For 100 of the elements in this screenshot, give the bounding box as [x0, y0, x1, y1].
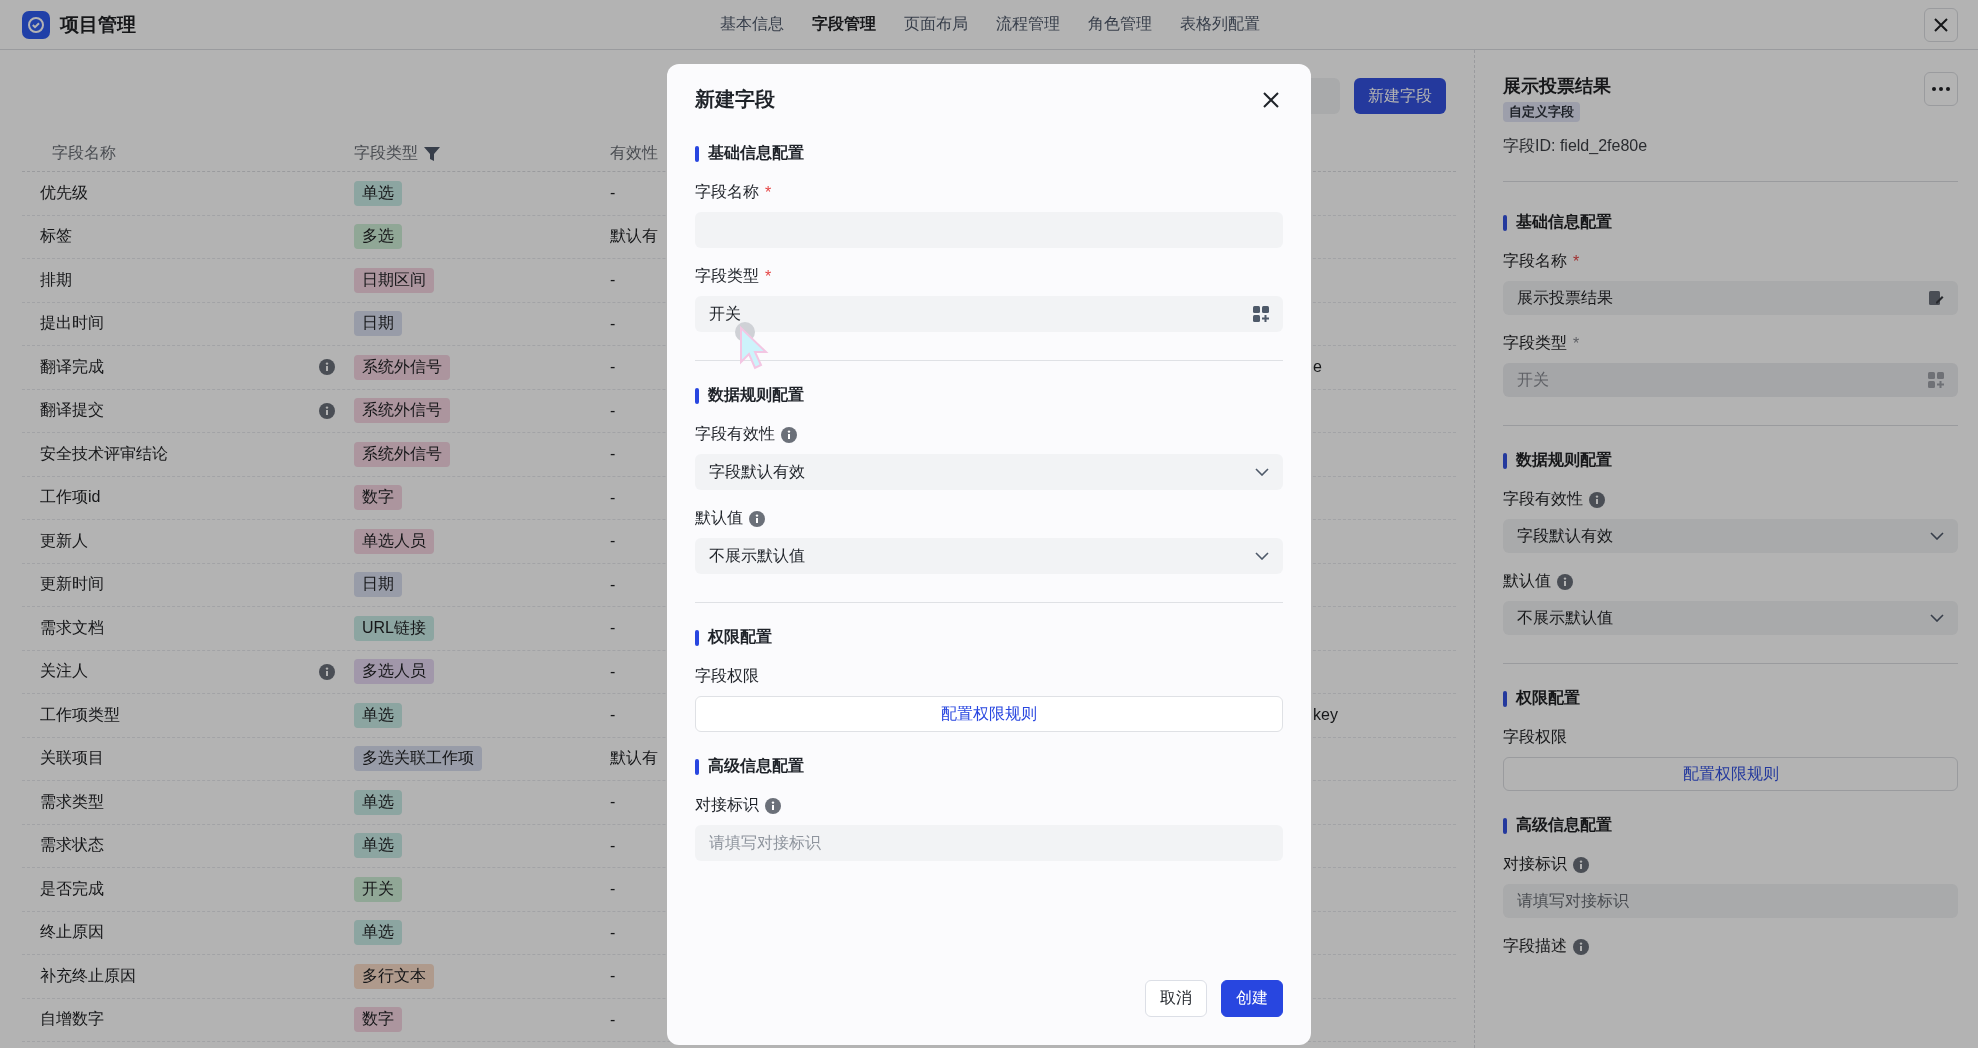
column-header: 有效性 [610, 143, 658, 163]
new-field-button[interactable]: 新建字段 [1354, 78, 1446, 114]
table-cell: key [1313, 706, 1338, 725]
type-tag: 数字 [354, 1007, 402, 1033]
dialog-title: 新建字段 [695, 87, 775, 112]
field-label: 默认值 [1503, 571, 1551, 591]
validity-cell: - [610, 619, 616, 638]
field-label: 对接标识 [1503, 854, 1567, 874]
validity-cell: - [610, 358, 616, 377]
field-label: 字段名称 [1503, 251, 1567, 271]
type-tag: 单选 [354, 833, 402, 859]
validity-cell: - [610, 706, 616, 725]
field-name: 关联项目 [39, 748, 104, 769]
field-name: 需求文档 [39, 617, 104, 638]
column-header: 字段类型 [354, 143, 418, 163]
field-name: 安全技术评审结论 [39, 443, 168, 464]
type-tag: 系统外信号 [354, 441, 450, 467]
section-title: 数据规则配置 [708, 385, 804, 405]
select-field[interactable]: 字段默认有效 [695, 454, 1283, 490]
validity-cell: - [610, 532, 616, 551]
validity-cell: - [610, 880, 616, 899]
configure-button[interactable]: 配置权限规则 [695, 696, 1283, 732]
field-label: 字段权限 [1503, 727, 1567, 747]
type-tag: 系统外信号 [354, 398, 450, 424]
nav-tab[interactable]: 字段管理 [812, 14, 876, 35]
nav-tab[interactable]: 角色管理 [1088, 14, 1152, 35]
field-name: 是否完成 [39, 878, 104, 899]
type-tag: 日期 [354, 572, 402, 598]
section-title: 基础信息配置 [1516, 212, 1612, 232]
filter-icon[interactable] [424, 145, 440, 162]
required-mark: * [765, 267, 772, 286]
field-name: 翻译提交 [39, 400, 104, 421]
nav-tab[interactable]: 表格列配置 [1180, 14, 1260, 35]
field-name: 需求类型 [39, 791, 104, 812]
field-label: 字段名称 [695, 182, 759, 202]
more-button[interactable] [1924, 72, 1958, 106]
section-marker [695, 387, 699, 404]
close-button[interactable] [1924, 7, 1958, 42]
required-mark: * [1573, 252, 1580, 271]
validity-cell: - [610, 445, 616, 464]
info-icon [1573, 856, 1589, 873]
nav-tab[interactable]: 页面布局 [904, 14, 968, 35]
section-marker [1503, 452, 1507, 469]
validity-cell: - [610, 184, 616, 203]
select-field[interactable]: 字段默认有效 [1503, 519, 1958, 553]
validity-cell: - [610, 967, 616, 986]
validity-cell: - [610, 793, 616, 812]
close-icon [1934, 17, 1948, 32]
info-icon [1573, 938, 1589, 955]
type-tag: URL链接 [354, 615, 434, 641]
info-icon [319, 402, 335, 419]
info-icon [319, 359, 335, 376]
type-tag: 多行文本 [354, 963, 434, 989]
validity-cell: - [610, 271, 616, 290]
nav-tab[interactable]: 流程管理 [996, 14, 1060, 35]
validity-cell: - [610, 1010, 616, 1029]
field-label: 默认值 [695, 508, 743, 528]
section-title: 高级信息配置 [1516, 815, 1612, 835]
field-label: 字段权限 [695, 666, 759, 686]
input-field[interactable]: 请填写对接标识 [1503, 884, 1958, 918]
chevron-down-icon [1255, 552, 1269, 560]
field-name: 更新人 [39, 530, 88, 551]
info-icon [1589, 491, 1605, 508]
section-title: 基础信息配置 [708, 143, 804, 163]
validity-cell: - [610, 488, 616, 507]
section-title: 权限配置 [1516, 688, 1580, 708]
required-mark: * [765, 183, 772, 202]
nav-tab[interactable]: 基本信息 [720, 14, 784, 35]
field-name: 需求状态 [39, 835, 104, 856]
field-name: 自增数字 [39, 1009, 104, 1030]
section-marker [1503, 690, 1507, 707]
validity-cell: - [610, 401, 616, 420]
type-tag: 日期 [354, 311, 402, 337]
panel-title: 展示投票结果 [1503, 75, 1611, 98]
field-name: 补充终止原因 [39, 965, 136, 986]
info-icon [781, 426, 797, 443]
select-field[interactable]: 不展示默认值 [695, 538, 1283, 574]
close-icon [1263, 91, 1279, 108]
more-icon [1932, 87, 1950, 91]
input-field[interactable]: 展示投票结果 [1503, 281, 1958, 315]
select-field[interactable]: 不展示默认值 [1503, 601, 1958, 635]
section-marker [1503, 214, 1507, 231]
edit-icon[interactable] [1928, 290, 1944, 306]
field-name: 翻译完成 [39, 356, 104, 377]
type-tag: 单选 [354, 920, 402, 946]
section-marker [695, 145, 699, 162]
type-tag: 系统外信号 [354, 354, 450, 380]
section-marker [1503, 817, 1507, 834]
cancel-button[interactable]: 取消 [1145, 980, 1207, 1017]
chevron-down-icon [1255, 468, 1269, 476]
type-tag: 多选人员 [354, 659, 434, 685]
column-header: 字段名称 [51, 143, 116, 163]
configure-button[interactable]: 配置权限规则 [1503, 757, 1958, 791]
create-button[interactable]: 创建 [1221, 980, 1283, 1017]
section-marker [695, 758, 699, 775]
field-name: 工作项类型 [39, 704, 120, 725]
field-label: 字段类型 [1503, 333, 1567, 353]
type-picker[interactable]: 开关 [695, 296, 1283, 332]
type-tag: 单选 [354, 702, 402, 728]
type-tag: 多选关联工作项 [354, 746, 482, 772]
